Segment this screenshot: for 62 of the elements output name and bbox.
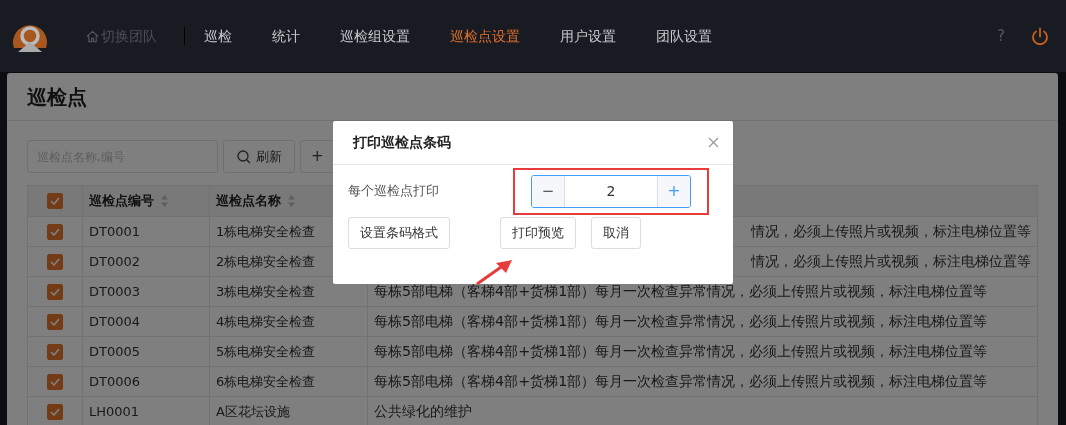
nav-tab[interactable]: 巡检 [204,25,232,47]
table-cell-text: DT0006 [89,372,141,391]
nav-tab[interactable]: 用户设置 [560,25,616,47]
table-cell-text: 每栋5部电梯（客梯4部+货梯1部）每月一次检查异常情况，必须上传照片或视频，标注电梯位置等 [374,371,988,391]
close-icon[interactable] [708,137,719,148]
table-cell-text: DT0003 [89,282,141,301]
tick-icon [50,377,60,386]
table-cell-text: A区花坛设施 [216,402,290,421]
table-cell-text: DT0001 [89,222,141,241]
checkbox[interactable] [47,343,63,360]
tick-icon [50,257,60,266]
search-icon [236,149,251,164]
quantity-field[interactable]: 2 [565,175,657,207]
checkbox[interactable] [47,283,63,300]
checkbox[interactable] [47,373,63,390]
sort-icon[interactable] [160,194,169,208]
table-cell-text: 5栋电梯安全检查 [216,342,316,361]
table-cell-text: 公共绿化的维护 [374,401,472,421]
checkbox[interactable] [47,313,63,330]
table-cell-text: 每栋5部电梯（客梯4部+货梯1部）每月一次检查异常情况，必须上传照片或视频，标注电梯位置等 [374,281,988,301]
tick-icon [50,227,60,236]
table-cell-text: 2栋电梯安全检查 [216,252,316,271]
table-cell-text: 1栋电梯安全检查 [216,222,316,241]
number-stepper[interactable]: − 2 + [531,174,691,208]
checkbox[interactable] [47,253,63,270]
column-header: 巡检点名称 [216,192,281,211]
home-icon[interactable] [86,29,99,43]
power-icon[interactable] [1031,26,1049,46]
table-cell-text: DT0004 [89,312,141,331]
sort-icon[interactable] [287,194,296,208]
table-cell-text: DT0002 [89,252,141,271]
nav-tab[interactable]: 团队设置 [656,25,712,47]
pointer-arrow [474,258,514,286]
refresh-button[interactable]: 刷新 [223,140,295,173]
dialog-button[interactable]: 设置条码格式 [348,217,450,249]
table-cell-text: 4栋电梯安全检查 [216,312,316,331]
table-cell-text: 每栋5部电梯（客梯4部+货梯1部）每月一次检查异常情况，必须上传照片或视频，标注电梯位置等 [374,311,988,331]
nav-tab[interactable]: 巡检组设置 [340,25,410,47]
checkbox[interactable] [47,223,63,240]
nav-tab[interactable]: 统计 [272,25,300,47]
tick-icon [50,407,60,416]
table-cell-text: DT0005 [89,342,141,361]
column-header: 巡检点编号 [89,192,154,211]
checkbox[interactable] [47,403,63,420]
tick-icon [50,287,60,296]
dialog-button[interactable]: 取消 [591,217,641,249]
decrement-button[interactable]: − [532,175,565,207]
tick-icon [50,317,60,326]
tick-icon [50,197,60,205]
dialog-title: 打印巡检点条码 [353,133,451,152]
table-cell-text: 情况，必须上传照片或视频，标注电梯位置等 [751,251,1031,271]
table-cell-text: 6栋电梯安全检查 [216,372,316,391]
table-cell-text: 每栋5部电梯（客梯4部+货梯1部）每月一次检查异常情况，必须上传照片或视频，标注电梯位置等 [374,341,988,361]
table-cell-text: 3栋电梯安全检查 [216,282,316,301]
page-title: 巡检点 [27,83,87,111]
nav-tab[interactable]: 巡检点设置 [450,25,520,47]
dialog-button[interactable]: 打印预览 [500,217,576,249]
tick-icon [50,347,60,356]
checkbox[interactable] [47,193,63,209]
field-label: 每个巡检点打印 [348,182,439,201]
table-cell-text: LH0001 [89,402,140,421]
table-cell-text: 情况，必须上传照片或视频，标注电梯位置等 [751,221,1031,241]
